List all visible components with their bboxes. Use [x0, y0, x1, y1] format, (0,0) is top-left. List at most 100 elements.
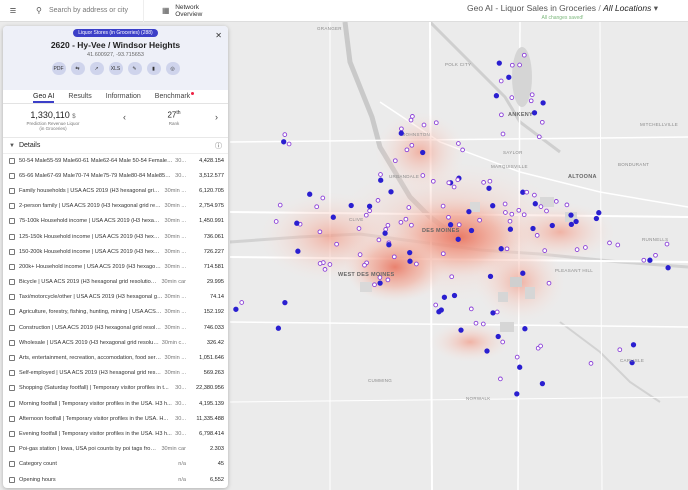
store-marker[interactable]	[509, 211, 515, 217]
store-marker[interactable]	[516, 207, 522, 213]
store-marker[interactable]	[433, 302, 439, 308]
store-marker[interactable]	[282, 299, 288, 306]
detail-row[interactable]: 2-person family | USA ACS 2019 (H3 hexag…	[3, 199, 228, 214]
store-marker[interactable]	[317, 229, 323, 235]
menu-icon[interactable]: ≡	[0, 0, 26, 22]
search-box[interactable]: ⚲ Search by address or city	[26, 0, 144, 22]
store-marker[interactable]	[440, 251, 446, 257]
store-marker[interactable]	[376, 237, 382, 243]
store-marker[interactable]	[546, 280, 552, 286]
store-marker[interactable]	[322, 267, 328, 272]
store-marker[interactable]	[520, 270, 526, 276]
store-marker[interactable]	[607, 240, 612, 246]
store-marker[interactable]	[357, 252, 363, 257]
detail-row[interactable]: Arts, entertainment, recreation, accomod…	[3, 350, 228, 365]
store-marker[interactable]	[615, 242, 621, 248]
store-marker[interactable]	[542, 248, 548, 253]
close-icon[interactable]: ✕	[215, 31, 222, 40]
store-marker[interactable]	[391, 254, 397, 260]
store-marker[interactable]	[362, 262, 367, 268]
detail-row[interactable]: 150-200k Household income | USA ACS 2019…	[3, 244, 228, 259]
store-marker[interactable]	[451, 292, 458, 299]
store-marker[interactable]	[420, 173, 426, 178]
network-overview-button[interactable]: ▦ Network Overview	[144, 4, 224, 18]
store-marker[interactable]	[327, 262, 333, 267]
store-marker[interactable]	[528, 98, 534, 104]
store-marker[interactable]	[438, 307, 444, 313]
store-marker[interactable]	[553, 199, 559, 204]
detail-row[interactable]: 50-54 Male55-59 Male60-61 Male62-64 Male…	[3, 153, 228, 168]
store-marker[interactable]	[330, 214, 336, 220]
store-marker[interactable]	[574, 247, 580, 252]
store-marker[interactable]	[596, 210, 602, 216]
store-marker[interactable]	[538, 343, 543, 349]
store-marker[interactable]	[641, 257, 647, 263]
store-marker[interactable]	[507, 218, 513, 224]
store-marker[interactable]	[410, 114, 415, 119]
store-marker[interactable]	[430, 178, 436, 184]
store-marker[interactable]	[630, 342, 637, 348]
store-marker[interactable]	[540, 100, 546, 106]
store-marker[interactable]	[295, 248, 301, 254]
store-marker[interactable]	[433, 120, 439, 126]
store-marker[interactable]	[468, 306, 474, 312]
store-marker[interactable]	[460, 147, 465, 153]
store-marker[interactable]	[490, 203, 496, 209]
store-marker[interactable]	[408, 117, 414, 123]
store-marker[interactable]	[522, 326, 528, 332]
store-marker[interactable]	[549, 222, 555, 229]
store-marker[interactable]	[441, 294, 448, 300]
store-marker[interactable]	[538, 204, 544, 209]
store-marker[interactable]	[487, 273, 494, 280]
store-marker[interactable]	[532, 201, 538, 207]
store-marker[interactable]	[487, 178, 493, 184]
store-marker[interactable]	[367, 208, 372, 214]
store-marker[interactable]	[366, 203, 373, 209]
detail-row[interactable]: 200k+ Household income | USA ACS 2019 (H…	[3, 259, 228, 274]
store-marker[interactable]	[421, 122, 427, 128]
detail-row[interactable]: Family households | USA ACS 2019 (H3 hex…	[3, 183, 228, 198]
store-marker[interactable]	[588, 361, 594, 366]
store-marker[interactable]	[456, 141, 461, 146]
store-marker[interactable]	[568, 212, 574, 218]
store-marker[interactable]	[647, 257, 653, 263]
xls-export-button[interactable]: XLS	[108, 62, 123, 75]
store-marker[interactable]	[466, 208, 472, 215]
detail-row[interactable]: Afternoon footfall | Temporary visitor p…	[3, 411, 228, 426]
store-marker[interactable]	[520, 189, 526, 195]
store-marker[interactable]	[524, 189, 530, 195]
store-marker[interactable]	[378, 172, 383, 177]
store-marker[interactable]	[517, 62, 522, 68]
store-marker[interactable]	[498, 376, 503, 382]
detail-row[interactable]: 125-150k Household income | USA ACS 2019…	[3, 229, 228, 244]
chevron-down-icon[interactable]: ▼	[9, 143, 15, 149]
store-marker[interactable]	[449, 274, 455, 280]
store-marker[interactable]	[386, 242, 392, 248]
store-marker[interactable]	[593, 215, 600, 222]
tab-information[interactable]: Information	[106, 90, 141, 103]
store-marker[interactable]	[407, 249, 413, 256]
store-marker[interactable]	[494, 309, 500, 315]
store-marker[interactable]	[573, 218, 579, 225]
store-marker[interactable]	[480, 321, 486, 327]
store-marker[interactable]	[406, 205, 412, 210]
store-marker[interactable]	[277, 202, 283, 208]
store-marker[interactable]	[468, 227, 475, 234]
store-marker[interactable]	[514, 391, 520, 397]
locate-button[interactable]: ◎	[165, 62, 180, 75]
store-marker[interactable]	[456, 222, 462, 228]
route-button[interactable]: ↗	[89, 62, 104, 75]
store-marker[interactable]	[398, 219, 404, 225]
detail-row[interactable]: Evening footfall | Temporary visitor pro…	[3, 426, 228, 441]
store-marker[interactable]	[446, 214, 451, 220]
store-marker[interactable]	[504, 246, 510, 252]
store-marker[interactable]	[440, 203, 446, 209]
store-marker[interactable]	[403, 216, 409, 222]
store-marker[interactable]	[617, 347, 623, 353]
edit-button[interactable]: ✎	[127, 62, 142, 75]
store-marker[interactable]	[544, 208, 549, 214]
location-selector[interactable]: All Locations	[603, 3, 651, 13]
store-marker[interactable]	[530, 225, 536, 232]
store-marker[interactable]	[473, 320, 479, 326]
store-marker[interactable]	[317, 261, 323, 266]
